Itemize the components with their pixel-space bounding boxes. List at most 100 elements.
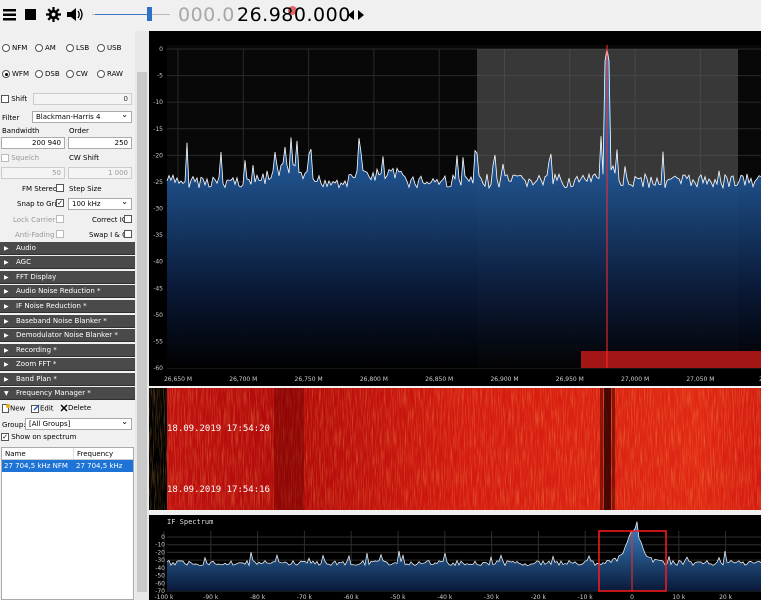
- spectrum-y-tick: -30: [153, 206, 163, 213]
- control-panel: NFM AM LSB USB WFM DSB CW RAW Shift 0 Fi…: [0, 31, 135, 600]
- mode-lsb[interactable]: LSB: [66, 44, 89, 52]
- spectrum-y-tick: -50: [153, 312, 163, 319]
- cw-shift-label: CW Shift: [69, 154, 99, 162]
- if-x-tick: -70 k: [297, 594, 313, 600]
- section-audio-noise-reduction[interactable]: ▶ Audio Noise Reduction *: [0, 285, 135, 298]
- if-x-tick: -50 k: [390, 594, 406, 600]
- spectrum-plot[interactable]: 0 -5 -10 -15 -20 -25 -30 -35 -40 -45 -50 -55 -60 26,…: [149, 31, 761, 386]
- edit-icon: [31, 404, 40, 413]
- step-size-select[interactable]: 100 kHz: [68, 197, 132, 210]
- spectrum-y-tick: -25: [153, 179, 163, 186]
- if-spectrum-panel[interactable]: 0 -10 -20 -30 -40 -50 -60 -70 -100 k -90 k -80 k-…: [149, 515, 761, 600]
- if-y-tick: -60: [155, 580, 165, 587]
- table-row[interactable]: 27 704,5 kHz NFM 27 704,5 kHz: [2, 460, 133, 472]
- mode-usb[interactable]: USB: [97, 44, 121, 52]
- spectrum-y-tick: 0: [159, 46, 163, 53]
- waterfall-timestamp-2: 18.09.2019 17:54:16: [167, 485, 270, 495]
- spectrum-y-tick: -60: [153, 365, 163, 372]
- if-x-tick: -30 k: [484, 594, 500, 600]
- col-name-header[interactable]: Name: [5, 450, 26, 458]
- fm-new-button[interactable]: New: [2, 404, 25, 413]
- mode-dsb[interactable]: DSB: [35, 70, 60, 78]
- section-demodulator-noise-blanker[interactable]: ▶ Demodulator Noise Blanker *: [0, 329, 135, 342]
- spectrum-analyzer[interactable]: 0 -5 -10 -15 -20 -25 -30 -35 -40 -45 -50 -55 -60 26,…: [149, 31, 761, 386]
- if-x-tick: 0: [630, 594, 634, 600]
- section-baseband-noise-blanker[interactable]: ▶ Baseband Noise Blanker *: [0, 315, 135, 328]
- if-x-tick: -20 k: [531, 594, 547, 600]
- gear-icon[interactable]: [46, 7, 61, 22]
- if-y-tick: -40: [155, 565, 165, 572]
- order-label: Order: [69, 127, 89, 135]
- if-x-tick: -100 k: [155, 594, 175, 600]
- spectrum-y-tick: -20: [153, 152, 163, 159]
- hamburger-icon[interactable]: [3, 8, 17, 22]
- section-frequency-manager[interactable]: ▼ Frequency Manager *: [0, 387, 135, 400]
- bandwidth-field[interactable]: 200 940: [1, 137, 65, 149]
- if-spectrum-plot[interactable]: 0-10-20-30-40-50-60-70 -100 k -90 k -80 k-…: [149, 515, 761, 600]
- speaker-icon[interactable]: [67, 7, 85, 22]
- frequency-dim-digits[interactable]: 000.0: [178, 4, 235, 26]
- if-x-tick: -90 k: [203, 594, 219, 600]
- fm-edit-button[interactable]: Edit: [31, 404, 54, 413]
- if-x-tick: 20 k: [719, 594, 733, 600]
- col-frequency-header[interactable]: Frequency: [77, 450, 113, 458]
- spectrum-x-tick: 26,800 M: [360, 376, 388, 383]
- section-audio[interactable]: ▶ Audio: [0, 242, 135, 255]
- stop-icon[interactable]: [25, 9, 37, 21]
- group-select[interactable]: [All Groups]: [25, 417, 132, 430]
- table-header: Name Frequency: [2, 448, 133, 460]
- spectrum-x-tick: 27,050 M: [686, 376, 714, 383]
- anti-fading-label: Anti-Fading: [15, 231, 55, 239]
- section-fft-display[interactable]: ▶ FFT Display: [0, 271, 135, 284]
- section-if-noise-reduction[interactable]: ▶ IF Noise Reduction *: [0, 300, 135, 313]
- mode-cw[interactable]: CW: [66, 70, 88, 78]
- swap-iq-label: Swap I & Q: [89, 231, 128, 239]
- show-on-spectrum-checkbox[interactable]: ✓ Show on spectrum: [1, 433, 76, 441]
- if-x-tick: -40 k: [437, 594, 453, 600]
- if-y-tick: -50: [155, 573, 165, 580]
- squelch-checkbox[interactable]: Squelch: [1, 154, 39, 162]
- mode-raw[interactable]: RAW: [97, 70, 123, 78]
- panel-scrollbar-thumb[interactable]: [137, 72, 147, 592]
- left-right-arrows-icon[interactable]: [348, 10, 364, 20]
- swap-iq-checkbox[interactable]: [124, 230, 132, 238]
- filter-select[interactable]: Blackman-Harris 4: [32, 110, 132, 123]
- delete-icon: [60, 404, 68, 412]
- mode-nfm[interactable]: NFM: [2, 44, 27, 52]
- mode-wfm[interactable]: WFM: [2, 70, 29, 78]
- squelch-field[interactable]: 50: [1, 167, 65, 179]
- spectrum-x-tick: 26,850 M: [425, 376, 453, 383]
- if-x-tick: -80 k: [250, 594, 266, 600]
- order-field[interactable]: 250: [68, 137, 132, 149]
- spectrum-x-tick: 26,950 M: [556, 376, 584, 383]
- volume-slider-handle[interactable]: [147, 7, 152, 21]
- section-band-plan[interactable]: ▶ Band Plan *: [0, 373, 135, 386]
- snap-to-grid-label: Snap to Grid: [17, 200, 61, 208]
- if-spectrum-title: IF Spectrum: [167, 518, 214, 526]
- if-y-tick: 0: [161, 534, 165, 541]
- spectrum-y-tick: -40: [153, 259, 163, 266]
- waterfall-carrier-trace: [604, 388, 611, 510]
- section-zoom-fft[interactable]: ▶ Zoom FFT *: [0, 358, 135, 371]
- section-recording[interactable]: ▶ Recording *: [0, 344, 135, 357]
- fm-delete-button[interactable]: Delete: [60, 404, 91, 412]
- group-label: Group:: [2, 421, 26, 429]
- correct-iq-checkbox[interactable]: [124, 215, 132, 223]
- shift-field[interactable]: 0: [33, 93, 132, 105]
- cw-shift-field[interactable]: 1 000: [68, 167, 132, 179]
- if-x-tick: 10 k: [672, 594, 686, 600]
- fm-stereo-checkbox[interactable]: [56, 184, 64, 192]
- shift-checkbox[interactable]: Shift: [1, 95, 27, 103]
- frequency-display[interactable]: 26.980.000: [237, 4, 351, 26]
- mode-am[interactable]: AM: [35, 44, 56, 52]
- waterfall-display[interactable]: 18.09.2019 17:54:20 18.09.2019 17:54:16: [149, 388, 761, 510]
- filter-label: Filter: [2, 114, 20, 122]
- section-agc[interactable]: ▶ AGC: [0, 256, 135, 269]
- spectrum-y-tick: -35: [153, 232, 163, 239]
- if-y-tick: -10: [155, 542, 165, 549]
- spectrum-y-tick: -15: [153, 126, 163, 133]
- snap-to-grid-checkbox[interactable]: ✓: [56, 199, 64, 207]
- anti-fading-checkbox[interactable]: [56, 230, 64, 238]
- step-size-label: Step Size: [69, 185, 102, 193]
- lock-carrier-checkbox[interactable]: [56, 215, 64, 223]
